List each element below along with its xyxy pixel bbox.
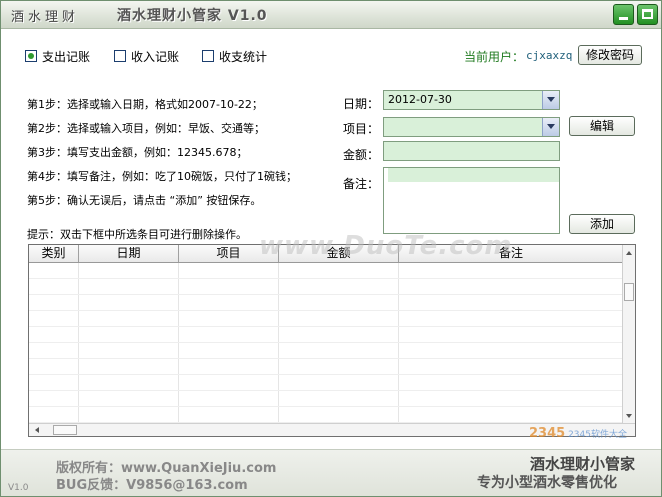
chevron-down-icon[interactable] [542, 118, 559, 136]
step-4-text: 第4步：填写备注，例如：吃了10碗饭，只付了1碗钱； [27, 170, 297, 183]
amount-label: 金额： [343, 148, 380, 162]
feedback-text: BUG反馈：V9856@163.com [56, 478, 248, 493]
minimize-icon [619, 17, 628, 20]
date-combobox[interactable]: 2012-07-30 [383, 90, 560, 110]
amount-input[interactable] [383, 141, 560, 161]
column-header-item[interactable]: 项目 [179, 245, 279, 262]
add-button[interactable]: 添加 [569, 214, 635, 234]
step-2-text: 第2步：选择或输入项目，例如：早饭、交通等； [27, 122, 265, 135]
column-header-category[interactable]: 类别 [29, 245, 79, 262]
option-expense[interactable]: 支出记账 [25, 48, 90, 64]
column-header-amount[interactable]: 金额 [279, 245, 399, 262]
edit-button[interactable]: 编辑 [569, 116, 635, 136]
radio-icon[interactable] [202, 50, 214, 62]
scroll-up-icon[interactable] [623, 247, 635, 259]
records-table[interactable]: 类别 日期 项目 金额 备注 [28, 244, 636, 437]
step-1-text: 第1步：选择或输入日期，格式如2007-10-22； [27, 98, 263, 111]
app-logo: 酒水理财 [11, 10, 80, 25]
vertical-scroll-thumb[interactable] [624, 283, 634, 301]
note-textarea[interactable] [383, 167, 560, 234]
site-logo-number: 2345 [529, 426, 566, 441]
table-header: 类别 日期 项目 金额 备注 [29, 245, 623, 263]
brand-slogan: 专为小型酒水零售优化 [477, 475, 617, 491]
step-3-text: 第3步：填写支出金额，例如：12345.678； [27, 146, 248, 159]
option-income[interactable]: 收入记账 [114, 48, 179, 64]
current-user-name: cjxaxzq [526, 49, 573, 62]
note-label: 备注： [343, 177, 380, 191]
step-5-text: 第5步：确认无误后，请点击 “添加” 按钮保存。 [27, 194, 262, 207]
maximize-icon [642, 9, 653, 19]
column-header-date[interactable]: 日期 [79, 245, 179, 262]
date-value: 2012-07-30 [388, 93, 452, 106]
hint-text: 提示：双击下框中所选条目可进行删除操作。 [27, 228, 247, 241]
scroll-down-icon[interactable] [623, 410, 635, 422]
item-combobox[interactable] [383, 117, 560, 137]
table-body[interactable] [29, 263, 623, 424]
site-logo: 2345 2345软件大全 [529, 426, 627, 441]
note-value [388, 168, 559, 182]
scroll-left-icon[interactable] [31, 424, 43, 436]
option-statistics-label: 收支统计 [219, 49, 268, 64]
option-expense-label: 支出记账 [42, 49, 91, 64]
radio-icon[interactable] [114, 50, 126, 62]
option-statistics[interactable]: 收支统计 [202, 48, 267, 64]
date-label: 日期： [343, 97, 380, 111]
version-label: V1.0 [8, 483, 29, 493]
item-label: 项目： [343, 122, 380, 136]
site-logo-text: 2345软件大全 [568, 430, 627, 440]
change-password-button[interactable]: 修改密码 [578, 45, 642, 65]
option-income-label: 收入记账 [131, 49, 180, 64]
app-window: 酒水理财 酒水理财小管家 V1.0 支出记账 收入记账 收支统计 当前用户： c… [0, 0, 662, 497]
current-user-label: 当前用户： [464, 50, 525, 64]
radio-icon-checked[interactable] [25, 50, 37, 62]
horizontal-scroll-thumb[interactable] [53, 425, 77, 435]
maximize-button[interactable] [637, 4, 658, 25]
column-header-note[interactable]: 备注 [399, 245, 623, 262]
chevron-down-icon[interactable] [542, 91, 559, 109]
minimize-button[interactable] [613, 4, 634, 25]
brand-name: 酒水理财小管家 [530, 455, 636, 473]
window-title: 酒水理财小管家 V1.0 [117, 8, 268, 24]
title-bar[interactable]: 酒水理财 酒水理财小管家 V1.0 [1, 1, 661, 29]
vertical-scrollbar[interactable] [622, 245, 635, 424]
